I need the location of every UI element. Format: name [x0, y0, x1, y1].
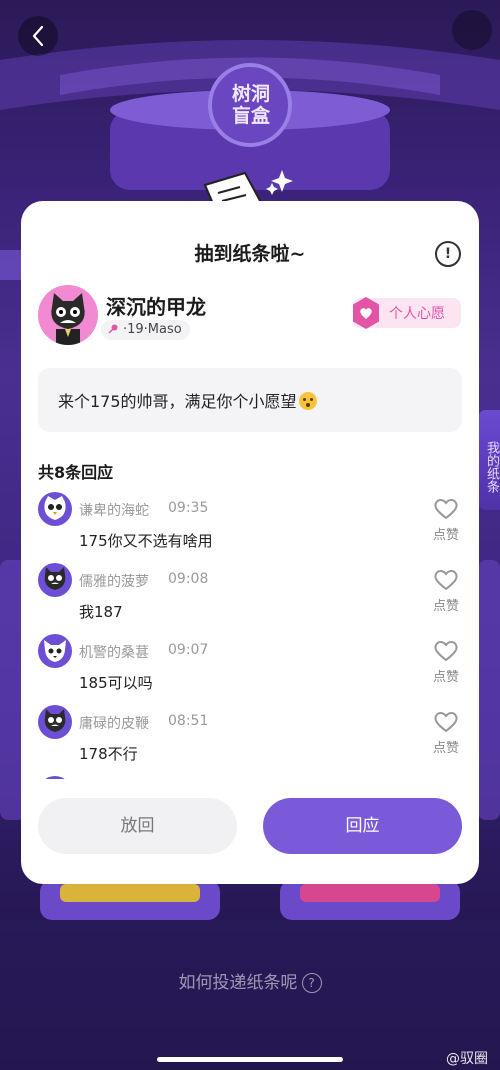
reply-content: 185可以吗 — [79, 674, 153, 692]
box-title: 树洞盲盒 — [231, 83, 270, 127]
user-meta-text: ·19·Maso — [123, 322, 182, 337]
chevron-left-icon — [32, 25, 44, 47]
list-item: 儒雅的菠萝 09:08 我187 点赞 — [21, 557, 479, 627]
user-name: 深沉的甲龙 — [106, 295, 206, 319]
reply-time: 09:07 — [168, 642, 209, 658]
list-item: 庸碌的皮鞭 08:51 178不行 点赞 — [21, 699, 479, 769]
cat-avatar-icon — [44, 567, 66, 590]
note-card: 抽到纸条啦~ ! 深沉的甲龙 ·19·Maso 个人心愿 来个175的帅哥，满足… — [21, 201, 479, 884]
reply-content: 178不行 — [79, 745, 138, 763]
avatar — [38, 634, 72, 668]
reply-nickname: 机警的桑葚 — [79, 645, 149, 661]
like-button[interactable]: 点赞 — [429, 640, 463, 690]
wish-badge-label: 个人心愿 — [389, 306, 445, 322]
owl-avatar-icon — [44, 496, 66, 520]
user-meta: ·19·Maso — [101, 320, 190, 340]
like-label: 点赞 — [432, 528, 459, 543]
return-button[interactable]: 放回 — [38, 798, 237, 854]
card-title: 抽到纸条啦~ — [194, 243, 306, 265]
avatar — [38, 285, 98, 345]
fox-avatar-icon — [44, 640, 66, 662]
watermark: @驭圈 — [446, 1051, 488, 1067]
pin-icon — [108, 324, 118, 334]
note-text: 来个175的帅哥，满足你个小愿望 — [58, 388, 317, 412]
reply-content: 175你又不选有啥用 — [79, 532, 213, 550]
top-right-button[interactable] — [452, 10, 492, 50]
like-label: 点赞 — [432, 670, 459, 685]
avatar — [38, 563, 72, 597]
like-button[interactable]: 点赞 — [429, 569, 463, 619]
how-to-label: 如何投递纸条呢 — [178, 973, 298, 993]
back-button[interactable] — [18, 16, 58, 56]
like-label: 点赞 — [432, 599, 459, 614]
like-button[interactable]: 点赞 — [429, 498, 463, 548]
wish-badge: 个人心愿 — [353, 297, 461, 329]
reply-nickname: 谦卑的海蛇 — [79, 503, 149, 519]
reply-button[interactable]: 回应 — [263, 798, 462, 854]
cat-avatar-icon — [44, 709, 66, 732]
heart-hexagon-icon — [353, 297, 379, 329]
reply-count: 共8条回应 — [38, 463, 114, 482]
reply-list[interactable]: 谦卑的海蛇 09:35 175你又不选有啥用 点赞 儒雅的菠萝 09:08 我1… — [21, 486, 479, 779]
like-label: 点赞 — [432, 741, 459, 756]
avatar — [38, 492, 72, 526]
list-item: 机警的桑葚 09:07 185可以吗 点赞 — [21, 628, 479, 698]
list-item: 谦卑的海蛇 09:35 175你又不选有啥用 点赞 — [21, 486, 479, 556]
astonished-emoji-icon — [298, 392, 317, 410]
heart-icon — [434, 641, 458, 662]
avatar — [38, 776, 72, 779]
heart-icon — [434, 712, 458, 733]
reply-time: 09:08 — [168, 571, 209, 587]
avatar — [38, 705, 72, 739]
heart-icon — [434, 499, 458, 520]
how-to-link[interactable]: 如何投递纸条呢? — [0, 968, 500, 993]
reply-nickname: 儒雅的菠萝 — [79, 574, 149, 590]
reply-time: 09:35 — [168, 500, 209, 516]
like-button[interactable]: 点赞 — [429, 711, 463, 761]
reply-content: 我187 — [79, 603, 123, 621]
reply-time: 08:51 — [168, 713, 209, 729]
cat-avatar-icon — [51, 293, 85, 345]
my-notes-tab[interactable]: 我的纸条 — [478, 410, 500, 510]
question-icon: ? — [301, 973, 322, 993]
home-indicator[interactable] — [157, 1057, 343, 1062]
note-content-box: 来个175的帅哥，满足你个小愿望 — [38, 368, 462, 432]
info-icon[interactable]: ! — [435, 241, 461, 267]
list-item-partial — [21, 770, 479, 779]
reply-nickname: 庸碌的皮鞭 — [79, 716, 149, 732]
heart-icon — [434, 570, 458, 591]
